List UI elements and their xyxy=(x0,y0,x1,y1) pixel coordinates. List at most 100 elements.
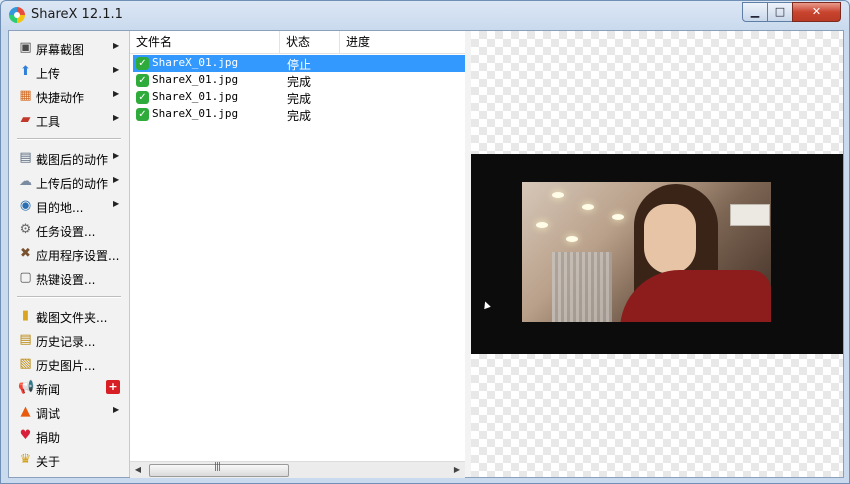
destination-globe-icon: ◉ xyxy=(19,198,32,213)
task-filename: ShareX_01.jpg xyxy=(152,73,239,86)
sidebar-item[interactable]: ⚙ 任务设置... xyxy=(9,219,129,241)
upload-arrow-icon: ⬆ xyxy=(20,64,31,79)
sidebar-item-label: 热键设置... xyxy=(36,273,96,287)
traffic-cone-icon: ▲ xyxy=(20,404,31,419)
sidebar-menu: ▣ 屏幕截图 ▶ ⬆ 上传 ▶ ▦ 快捷动作 ▶ ▰ 工具 ▶ ▤ 截图后的动作 ▶ ☁ 上传后的动作 ▶ ◉ 目的地… xyxy=(9,31,130,477)
check-icon: ✓ xyxy=(136,91,149,104)
task-row[interactable]: ✓ ShareX_01.jpg 完成 xyxy=(133,106,465,123)
column-header-filename[interactable]: 文件名 xyxy=(130,31,280,53)
sidebar-item-label: 新闻 xyxy=(36,383,61,397)
sidebar-item-label: 历史图片... xyxy=(36,359,96,373)
column-header-status[interactable]: 状态 xyxy=(280,31,340,53)
sidebar-item-label: 快捷动作 xyxy=(36,91,85,105)
task-status: 完成 xyxy=(287,109,312,123)
task-row[interactable]: ✓ ShareX_01.jpg 停止 xyxy=(133,55,465,72)
sharex-window: ShareX 12.1.1 ▁ □ ✕ ▣ 屏幕截图 ▶ ⬆ 上传 ▶ ▦ 快捷动作 ▶ ▰ 工具 ▶… xyxy=(0,0,850,484)
ceiling-light xyxy=(536,222,548,228)
sidebar-item[interactable]: ▤ 截图后的动作 ▶ xyxy=(9,147,129,169)
task-status: 停止 xyxy=(287,58,312,72)
crown-icon: ♛ xyxy=(19,452,32,467)
sidebar-item-label: 关于 xyxy=(36,455,61,469)
sidebar-item[interactable]: ▰ 工具 ▶ xyxy=(9,109,129,131)
scroll-thumb[interactable]: ||| xyxy=(149,462,289,477)
history-list-icon: ▤ xyxy=(19,332,32,347)
sidebar-item[interactable]: ▦ 快捷动作 ▶ xyxy=(9,85,129,107)
sidebar-item[interactable]: ⬆ 上传 ▶ xyxy=(9,61,129,83)
window-title: ShareX 12.1.1 xyxy=(31,7,123,22)
sidebar-item[interactable]: 📢 新闻 + xyxy=(9,377,129,399)
menu-separator xyxy=(17,296,121,298)
ceiling-light xyxy=(566,236,578,242)
ceiling-light xyxy=(612,214,624,220)
sidebar-item[interactable]: ✖ 应用程序设置... xyxy=(9,243,129,265)
task-list: 文件名 状态 进度 ✓ ShareX_01.jpg 停止 ✓ ShareX_01.jpg… xyxy=(130,31,466,478)
after-capture-icon: ▤ xyxy=(19,150,32,165)
image-history-icon: ▧ xyxy=(19,356,32,371)
sidebar-item[interactable]: ▢ 热键设置... xyxy=(9,267,129,289)
megaphone-icon: 📢 xyxy=(18,380,35,395)
sidebar-item-label: 截图后的动作 xyxy=(36,153,109,167)
submenu-arrow-icon: ▶ xyxy=(113,151,120,160)
sidebar-item[interactable]: ▣ 屏幕截图 ▶ xyxy=(9,37,129,59)
sidebar-item[interactable]: ▮ 截图文件夹... xyxy=(9,305,129,327)
horizontal-scrollbar[interactable]: ◀ ||| ▶ xyxy=(130,461,465,478)
task-filename: ShareX_01.jpg xyxy=(152,107,239,120)
submenu-arrow-icon: ▶ xyxy=(113,89,120,98)
submenu-arrow-icon: ▶ xyxy=(113,405,120,414)
submenu-arrow-icon: ▶ xyxy=(113,113,120,122)
submenu-arrow-icon: ▶ xyxy=(113,41,120,50)
sidebar-item-label: 上传后的动作 xyxy=(36,177,109,191)
check-icon: ✓ xyxy=(136,108,149,121)
folder-icon: ▮ xyxy=(21,308,30,323)
task-row[interactable]: ✓ ShareX_01.jpg 完成 xyxy=(133,72,465,89)
maximize-button[interactable]: □ xyxy=(767,2,793,22)
sidebar-item-label: 目的地... xyxy=(36,201,84,215)
sidebar-item-label: 历史记录... xyxy=(36,335,96,349)
main-area: ▣ 屏幕截图 ▶ ⬆ 上传 ▶ ▦ 快捷动作 ▶ ▰ 工具 ▶ ▤ 截图后的动作 ▶ ☁ 上传后的动作 ▶ ◉ 目的地… xyxy=(8,30,844,478)
toolbox-icon: ▰ xyxy=(20,112,31,127)
menu-separator xyxy=(17,138,121,140)
task-filename: ShareX_01.jpg xyxy=(152,90,239,103)
scroll-left-button[interactable]: ◀ xyxy=(130,462,146,478)
ceiling-light xyxy=(582,204,594,210)
sidebar-item-label: 任务设置... xyxy=(36,225,96,239)
person-face xyxy=(644,204,696,274)
air-conditioner xyxy=(730,204,770,226)
sidebar-item-label: 屏幕截图 xyxy=(36,43,85,57)
heart-icon: ♥ xyxy=(19,428,32,443)
close-button[interactable]: ✕ xyxy=(792,2,841,22)
wrench-screwdriver-icon: ✖ xyxy=(20,246,31,261)
sidebar-item[interactable]: ▤ 历史记录... xyxy=(9,329,129,351)
sidebar-item[interactable]: ♥ 捐助 xyxy=(9,425,129,447)
cloud-upload-icon: ☁ xyxy=(19,174,32,189)
sharex-logo-icon xyxy=(9,7,25,23)
sidebar-item-label: 上传 xyxy=(36,67,61,81)
background-curtain xyxy=(552,252,612,322)
check-icon: ✓ xyxy=(136,57,149,70)
sidebar-item[interactable]: ▧ 历史图片... xyxy=(9,353,129,375)
sidebar-item-label: 截图文件夹... xyxy=(36,311,108,325)
sidebar-item-label: 捐助 xyxy=(36,431,61,445)
keyboard-key-icon: ▢ xyxy=(19,270,32,285)
title-bar[interactable]: ShareX 12.1.1 ▁ □ ✕ xyxy=(1,1,849,29)
minimize-button[interactable]: ▁ xyxy=(742,2,768,22)
ceiling-light xyxy=(552,192,564,198)
sidebar-item[interactable]: ♛ 关于 xyxy=(9,449,129,471)
sidebar-item-label: 工具 xyxy=(36,115,61,129)
image-preview xyxy=(471,31,843,477)
sidebar-item[interactable]: ▲ 调试 ▶ xyxy=(9,401,129,423)
scroll-right-button[interactable]: ▶ xyxy=(449,462,465,478)
submenu-arrow-icon: ▶ xyxy=(113,65,120,74)
task-filename: ShareX_01.jpg xyxy=(152,56,239,69)
task-row[interactable]: ✓ ShareX_01.jpg 完成 xyxy=(133,89,465,106)
check-icon: ✓ xyxy=(136,74,149,87)
submenu-arrow-icon: ▶ xyxy=(113,199,120,208)
grid-actions-icon: ▦ xyxy=(19,88,32,103)
submenu-arrow-icon: ▶ xyxy=(113,175,120,184)
scroll-grip: ||| xyxy=(214,462,221,472)
monitor-capture-icon: ▣ xyxy=(19,40,32,55)
column-header-progress[interactable]: 进度 xyxy=(340,31,465,53)
sidebar-item[interactable]: ☁ 上传后的动作 ▶ xyxy=(9,171,129,193)
sidebar-item-label: 应用程序设置... xyxy=(36,249,120,263)
sidebar-item[interactable]: ◉ 目的地... ▶ xyxy=(9,195,129,217)
